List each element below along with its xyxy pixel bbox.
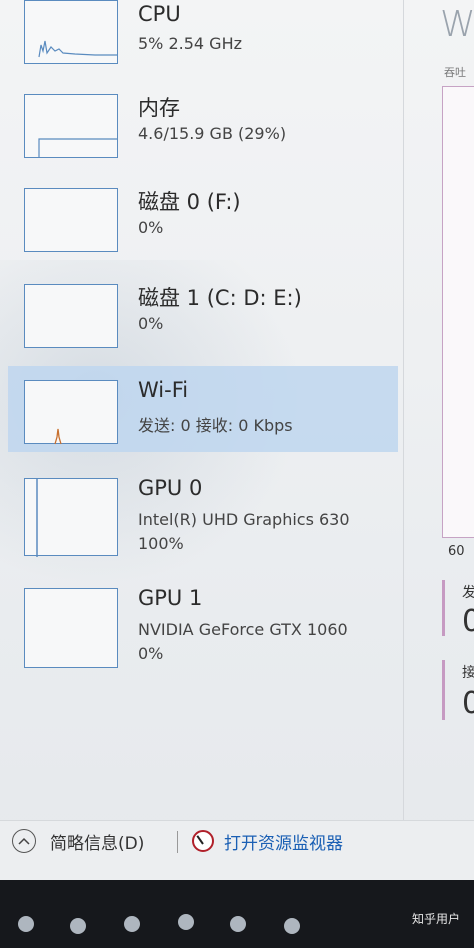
gpu-1-subtitle: NVIDIA GeForce GTX 1060 <box>138 620 348 639</box>
perf-item-cpu[interactable]: CPU 5% 2.54 GHz <box>8 0 398 80</box>
disk-1-thumbnail-graph <box>24 284 118 348</box>
open-resource-monitor-link[interactable]: 打开资源监视器 <box>192 827 343 855</box>
disk-0-thumbnail-graph <box>24 188 118 252</box>
memory-subtitle: 4.6/15.9 GB (29%) <box>138 124 287 143</box>
bezel-reflection <box>18 916 34 932</box>
bezel-reflection <box>230 916 246 932</box>
send-value: 0 <box>462 604 474 639</box>
disk-0-subtitle: 0% <box>138 218 164 237</box>
memory-thumbnail-graph <box>24 94 118 158</box>
detail-title: W <box>440 4 474 45</box>
gpu-0-utilization: 100% <box>138 534 184 553</box>
fewer-details-label: 简略信息(D) <box>50 833 145 854</box>
send-stat-marker <box>442 580 445 636</box>
performance-sidebar: CPU 5% 2.54 GHz 内存 4.6/15.9 GB (29%) 磁盘 … <box>0 0 404 820</box>
open-resource-monitor-label: 打开资源监视器 <box>224 833 343 854</box>
throughput-label: 吞吐 <box>444 66 466 79</box>
gpu-1-utilization: 0% <box>138 644 164 663</box>
device-bezel: 知乎用户 <box>0 880 474 948</box>
detail-panel: W 吞吐 60 发 0 接 0 <box>404 0 474 820</box>
gpu-0-subtitle: Intel(R) UHD Graphics 630 <box>138 510 350 529</box>
receive-label: 接 <box>462 665 474 681</box>
cpu-title: CPU <box>138 2 181 26</box>
wifi-thumbnail-graph <box>24 380 118 445</box>
gpu-1-thumbnail-graph <box>24 588 118 668</box>
disk-0-title: 磁盘 0 (F:) <box>138 190 241 214</box>
perf-item-gpu-0[interactable]: GPU 0 Intel(R) UHD Graphics 630 100% <box>8 472 398 572</box>
watermark: 知乎用户 <box>411 912 460 926</box>
chevron-up-circle-icon <box>12 829 36 853</box>
wifi-title: Wi-Fi <box>138 378 189 402</box>
receive-value: 0 <box>462 686 474 721</box>
task-manager-window: CPU 5% 2.54 GHz 内存 4.6/15.9 GB (29%) 磁盘 … <box>0 0 474 881</box>
cpu-thumbnail-graph <box>24 0 118 64</box>
footer-separator <box>177 831 178 853</box>
perf-item-gpu-1[interactable]: GPU 1 NVIDIA GeForce GTX 1060 0% <box>8 584 398 684</box>
cpu-subtitle: 5% 2.54 GHz <box>138 34 243 53</box>
send-label: 发 <box>462 585 474 601</box>
bezel-reflection <box>70 918 86 934</box>
disk-1-subtitle: 0% <box>138 314 164 333</box>
perf-item-disk-1[interactable]: 磁盘 1 (C: D: E:) 0% <box>8 278 398 364</box>
memory-title: 内存 <box>138 96 180 120</box>
gpu-0-title: GPU 0 <box>138 476 203 500</box>
bezel-reflection <box>124 916 140 932</box>
fewer-details-button[interactable]: 简略信息(D) <box>12 827 144 855</box>
perf-item-wifi[interactable]: Wi-Fi 发送: 0 接收: 0 Kbps <box>8 366 398 452</box>
wifi-subtitle: 发送: 0 接收: 0 Kbps <box>138 416 293 435</box>
bezel-reflection <box>178 914 194 930</box>
gpu-0-thumbnail-graph <box>24 478 118 557</box>
perf-item-memory[interactable]: 内存 4.6/15.9 GB (29%) <box>8 88 398 174</box>
footer-bar: 简略信息(D) 打开资源监视器 <box>0 820 474 881</box>
bezel-reflection <box>284 918 300 934</box>
throughput-graph <box>442 86 474 538</box>
perf-item-disk-0[interactable]: 磁盘 0 (F:) 0% <box>8 182 398 268</box>
disk-1-title: 磁盘 1 (C: D: E:) <box>138 286 302 310</box>
gpu-1-title: GPU 1 <box>138 586 203 610</box>
resource-monitor-icon <box>192 830 214 852</box>
time-axis-label: 60 <box>448 544 465 559</box>
receive-stat-marker <box>442 660 445 720</box>
